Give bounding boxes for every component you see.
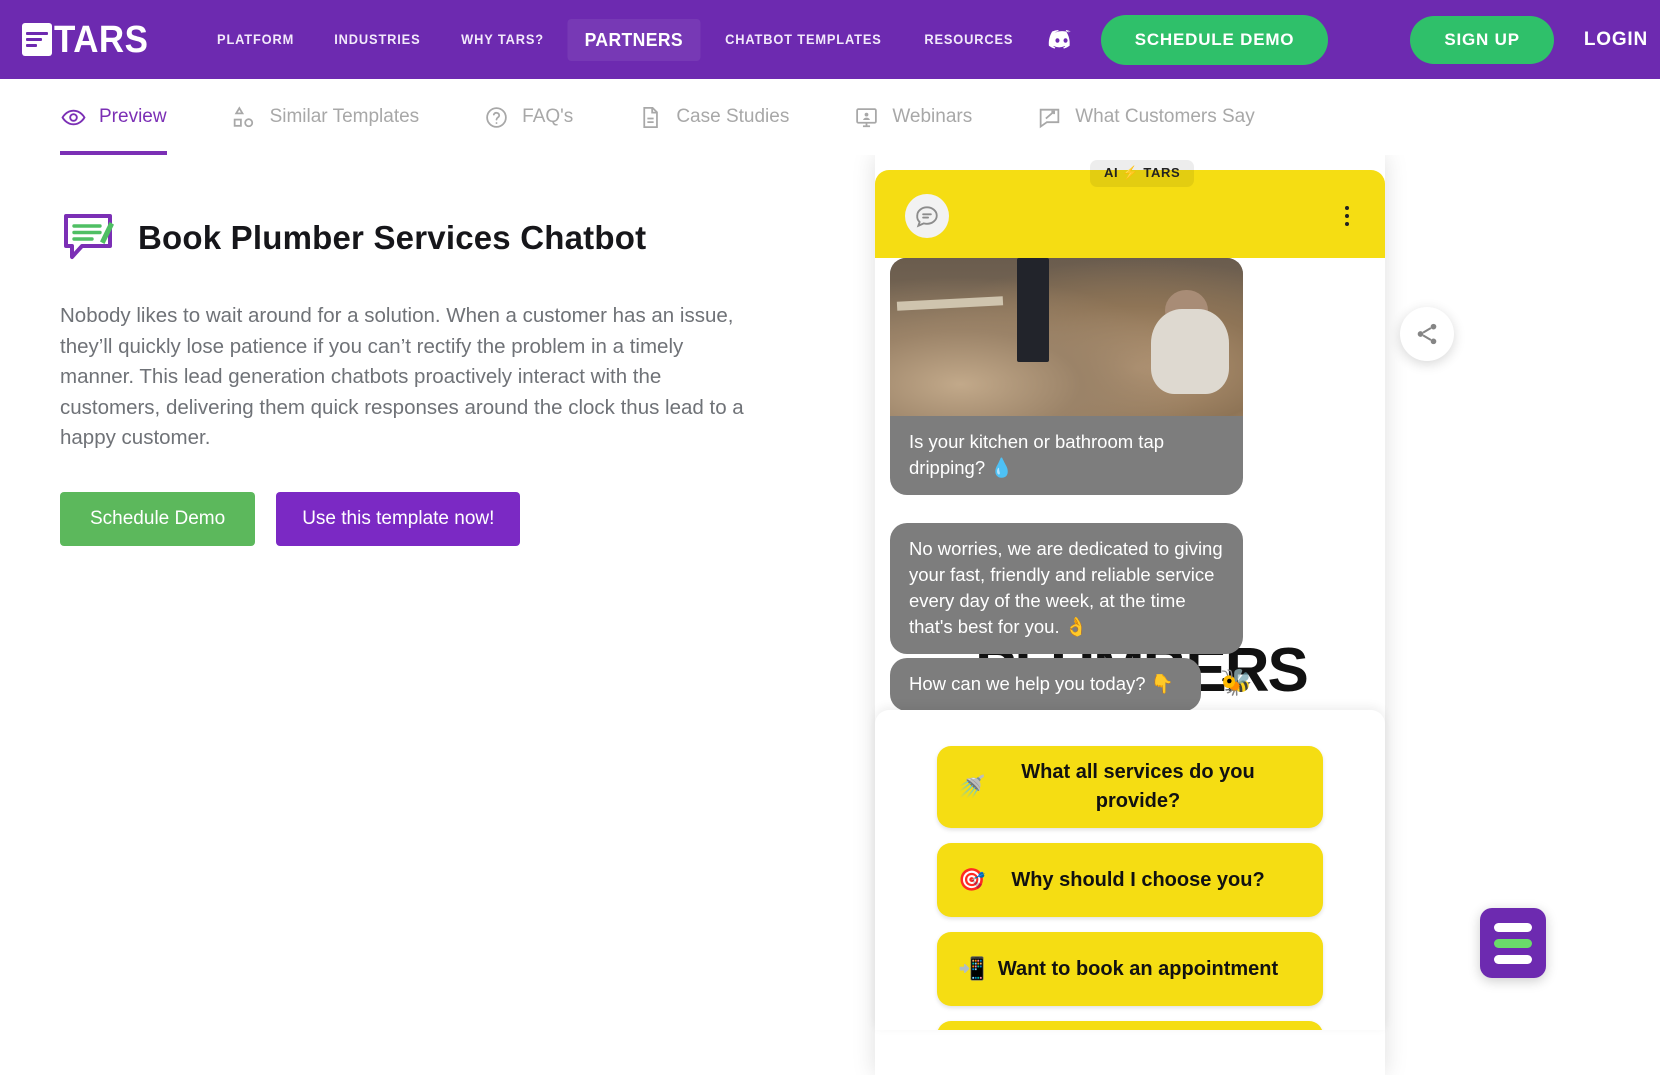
quick-reply-option[interactable]: 🚿 What all services do you provide? <box>937 746 1323 828</box>
tars-logo[interactable]: TARS <box>22 21 157 59</box>
chatbot-preview-stage: THE PLUMBERS 🐝 AI ⚡ TARS <box>800 155 1500 1075</box>
tab-preview[interactable]: Preview <box>60 79 167 155</box>
tab-what-customers-say[interactable]: What Customers Say <box>1036 79 1255 155</box>
shapes-icon <box>231 104 257 130</box>
chat-quick-reply-panel: 🚿 What all services do you provide? 🎯 Wh… <box>875 710 1385 1030</box>
chat-bot-message: No worries, we are dedicated to giving y… <box>890 523 1243 654</box>
tab-similar-templates[interactable]: Similar Templates <box>231 79 420 155</box>
page-title: Book Plumber Services Chatbot <box>138 219 647 256</box>
kebab-menu-icon[interactable] <box>1345 206 1349 226</box>
use-this-template-button[interactable]: Use this template now! <box>276 491 521 546</box>
nav-item-industries[interactable]: INDUSTRIES <box>317 22 437 57</box>
tab-what-customers-say-label: What Customers Say <box>1075 106 1255 127</box>
faucet-icon: 🚿 <box>958 774 986 799</box>
tab-case-studies-label: Case Studies <box>676 106 790 127</box>
nav-item-platform[interactable]: PLATFORM <box>200 22 311 57</box>
document-icon <box>637 104 663 130</box>
share-icon[interactable] <box>1400 307 1454 361</box>
nav-item-why-tars[interactable]: WHY TARS? <box>444 22 561 57</box>
tab-case-studies[interactable]: Case Studies <box>637 79 789 155</box>
quick-reply-label: Why should I choose you? <box>1011 868 1265 891</box>
top-navigation-bar: TARS PLATFORM INDUSTRIES WHY TARS? PARTN… <box>0 0 1660 79</box>
template-cta-row: Schedule Demo Use this template now! <box>60 491 780 546</box>
tars-logo-text: TARS <box>54 18 149 61</box>
nav-item-partners[interactable]: PARTNERS <box>567 18 700 61</box>
target-icon: 🎯 <box>958 867 986 892</box>
tab-webinars-label: Webinars <box>892 106 973 127</box>
quick-reply-option[interactable]: 📲 Want to book an appointment <box>937 932 1323 1006</box>
template-title-row: Book Plumber Services Chatbot <box>60 210 780 266</box>
primary-nav-links: PLATFORM INDUSTRIES WHY TARS? PARTNERS C… <box>197 18 1034 61</box>
tab-faqs-label: FAQ's <box>522 106 574 127</box>
tars-chat-widget-button[interactable] <box>1480 908 1546 978</box>
chat-bubble-icon <box>905 194 949 238</box>
ai-tars-badge: AI ⚡ TARS <box>1090 160 1195 187</box>
nav-item-resources[interactable]: RESOURCES <box>907 22 1030 57</box>
template-detail-content: Book Plumber Services Chatbot Nobody lik… <box>0 155 1660 1075</box>
chat-bot-message: How can we help you today? 👇 <box>890 658 1201 711</box>
chat-image-message <box>890 258 1243 416</box>
mobile-phone-icon: 📲 <box>958 956 986 981</box>
tars-logo-mark <box>22 23 52 56</box>
discord-icon[interactable] <box>1048 26 1075 53</box>
template-info-panel: Book Plumber Services Chatbot Nobody lik… <box>60 210 780 546</box>
nav-item-chatbot-templates[interactable]: CHATBOT TEMPLATES <box>708 22 899 57</box>
login-link[interactable]: LOGIN <box>1584 29 1648 51</box>
template-section-tabs: Preview Similar Templates FAQ's Case Stu… <box>0 79 1660 155</box>
tab-similar-templates-label: Similar Templates <box>269 106 420 127</box>
template-description: Nobody likes to wait around for a soluti… <box>60 304 744 449</box>
sign-up-button[interactable]: SIGN UP <box>1410 15 1554 64</box>
schedule-demo-button[interactable]: SCHEDULE DEMO <box>1100 14 1329 65</box>
tab-preview-label: Preview <box>99 106 167 127</box>
quick-reply-label: What all services do you provide? <box>1021 761 1255 812</box>
eye-icon <box>60 104 86 130</box>
tab-webinars[interactable]: Webinars <box>853 79 972 155</box>
tab-faqs[interactable]: FAQ's <box>483 79 573 155</box>
webinar-screen-icon <box>853 104 879 130</box>
schedule-demo-cta-button[interactable]: Schedule Demo <box>60 491 256 546</box>
quick-reply-option[interactable]: 🎯 Why should I choose you? <box>937 843 1323 917</box>
testimonial-icon <box>1036 104 1062 130</box>
quick-reply-option[interactable]: 💵 Get a free quote <box>937 1021 1323 1030</box>
chat-edit-icon <box>60 210 116 266</box>
quick-reply-label: Want to book an appointment <box>997 957 1279 980</box>
chatbot-header-bar: AI ⚡ TARS <box>875 160 1385 258</box>
chat-bot-message: Is your kitchen or bathroom tap dripping… <box>890 416 1243 495</box>
question-circle-icon <box>483 104 509 130</box>
